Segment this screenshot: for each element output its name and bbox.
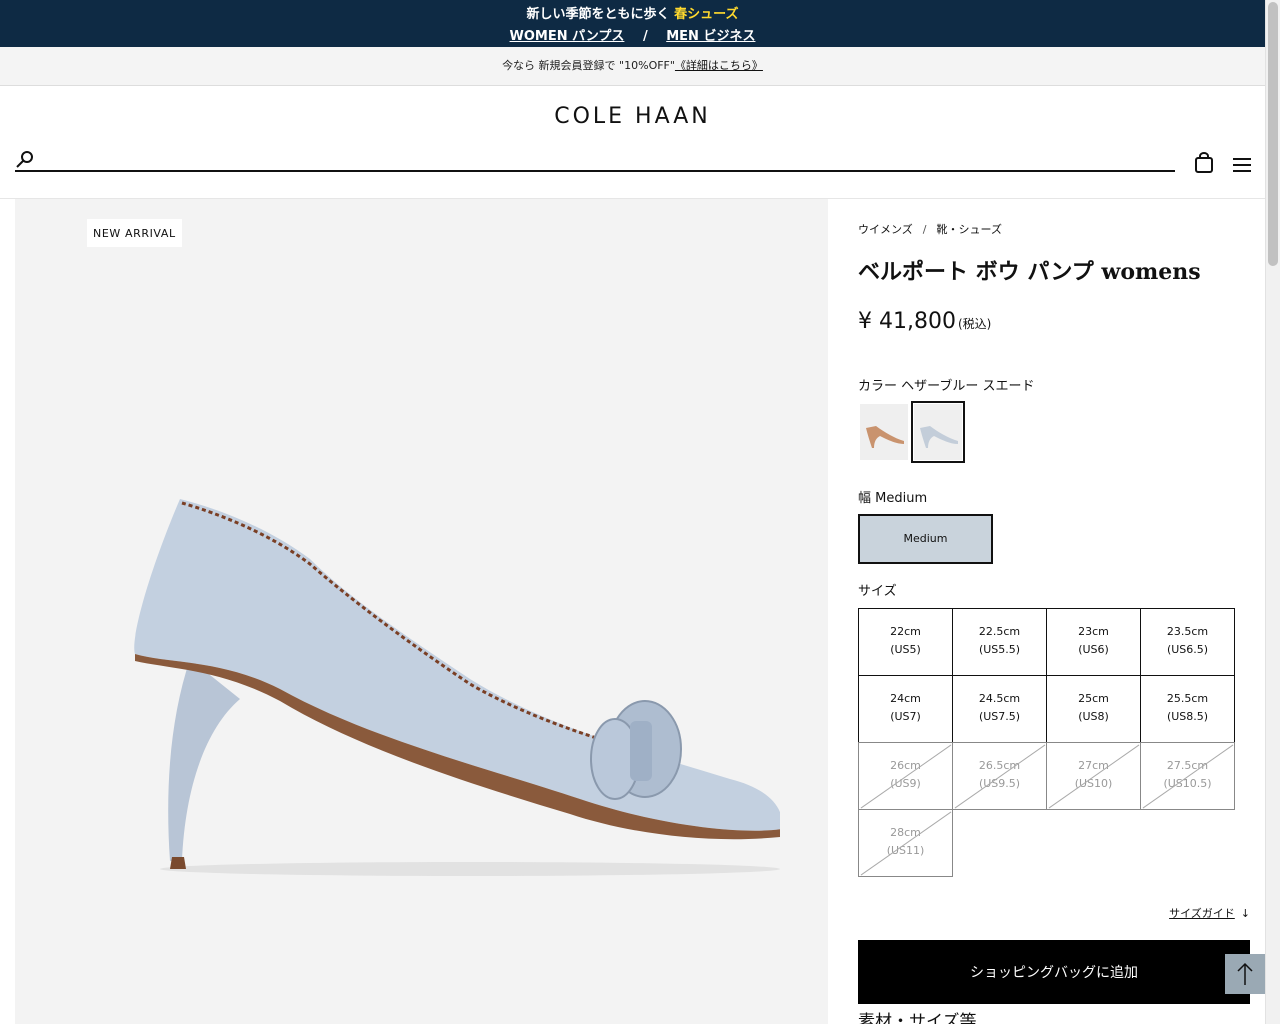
width-label: 幅 Medium [858,491,928,506]
search-icon[interactable] [15,150,35,170]
promo-link-women[interactable]: WOMEN パンプス [510,29,625,44]
swatch-tan-pump-icon [866,426,904,448]
size-option-sold-out[interactable]: 26cm (US9) [858,742,953,810]
member-notice-text: 今なら 新規会員登録で "10%OFF" [502,59,675,72]
promo-headline: 新しい季節をともに歩く 春シューズ [0,3,1265,22]
swatch-blue-pump-icon [920,426,958,448]
size-option[interactable]: 22.5cm (US5.5) [952,608,1047,676]
hamburger-menu-icon[interactable] [1233,157,1251,173]
size-guide: サイズガイド ↓ [1169,905,1250,921]
page-scrollbar[interactable] [1265,0,1280,1024]
shopping-bag-icon[interactable] [1194,152,1214,174]
size-option[interactable]: 24.5cm (US7.5) [952,675,1047,743]
size-option-sold-out[interactable]: 27cm (US10) [1046,742,1141,810]
size-option[interactable]: 23.5cm (US6.5) [1140,608,1235,676]
promo-headline-text: 新しい季節をともに歩く [526,7,670,22]
member-notice-link[interactable]: 《詳細はこちら》 [675,59,763,72]
product-image-gallery[interactable]: NEW ARRIVAL [15,199,828,1024]
product-image-pump[interactable] [110,489,780,879]
promo-banner: 新しい季節をともに歩く 春シューズ WOMEN パンプス / MEN ビジネス [0,0,1265,47]
scrollbar-thumb[interactable] [1268,2,1278,266]
size-guide-link[interactable]: サイズガイド [1169,907,1235,920]
search-input[interactable] [40,150,1170,170]
materials-size-heading[interactable]: 素材・サイズ等 [858,1007,977,1024]
breadcrumb-shoes[interactable]: 靴・シューズ [937,223,1002,236]
size-option[interactable]: 25cm (US8) [1046,675,1141,743]
breadcrumb: ウイメンズ / 靴・シューズ [858,221,1002,237]
color-label: カラー ヘザーブルー スエード [858,379,1035,394]
product-price: ¥ 41,800 (税込) [858,309,991,334]
product-title: ベルポート ボウ パンプ womens [858,259,1201,285]
promo-link-separator: / [642,29,648,44]
member-notice-bar: 今なら 新規会員登録で "10%OFF"《詳細はこちら》 [0,47,1265,86]
breadcrumb-women[interactable]: ウイメンズ [858,223,913,236]
breadcrumb-separator: / [922,223,927,236]
arrow-up-icon [1237,962,1253,985]
back-to-top-button[interactable] [1225,954,1265,994]
size-option[interactable]: 23cm (US6) [1046,608,1141,676]
price-value: ¥ 41,800 [858,309,956,334]
size-option-sold-out[interactable]: 26.5cm (US9.5) [952,742,1047,810]
size-option-sold-out[interactable]: 28cm (US11) [858,809,953,877]
size-option[interactable]: 24cm (US7) [858,675,953,743]
size-option[interactable]: 22cm (US5) [858,608,953,676]
color-swatch-tan[interactable] [860,404,908,460]
size-option-sold-out[interactable]: 27.5cm (US10.5) [1140,742,1235,810]
promo-link-men[interactable]: MEN ビジネス [666,29,755,44]
color-swatch-heather-blue[interactable] [911,401,965,463]
brand-logo[interactable]: COLE HAAN [0,104,1265,129]
new-arrival-badge: NEW ARRIVAL [87,219,182,247]
search-underline [15,170,1175,172]
width-option-medium[interactable]: Medium [858,514,993,564]
add-to-bag-button[interactable]: ショッピングバッグに追加 [858,940,1250,1004]
price-tax-note: (税込) [957,317,992,331]
promo-headline-highlight: 春シューズ [674,7,739,22]
size-label: サイズ [858,584,897,599]
promo-links: WOMEN パンプス / MEN ビジネス [0,25,1265,44]
arrow-down-icon: ↓ [1240,907,1250,920]
size-option[interactable]: 25.5cm (US8.5) [1140,675,1235,743]
